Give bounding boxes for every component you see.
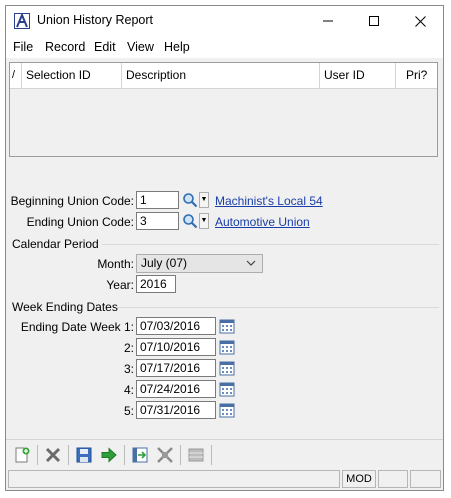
- ending-union-dropdown-icon[interactable]: ▼: [199, 213, 209, 229]
- beginning-union-search-icon[interactable]: [182, 192, 198, 208]
- menu-file[interactable]: File: [13, 40, 33, 54]
- expand-icon[interactable]: [155, 445, 175, 465]
- week-1-date-input[interactable]: 07/03/2016: [136, 317, 216, 335]
- week-5-calendar-icon[interactable]: [219, 402, 235, 418]
- export-icon[interactable]: [130, 445, 150, 465]
- month-select-value: July (07): [141, 256, 188, 270]
- app-logo-icon: [14, 13, 30, 29]
- column-header-selection-id[interactable]: Selection ID: [22, 63, 122, 88]
- menu-help[interactable]: Help: [164, 40, 190, 54]
- beginning-union-input[interactable]: 1: [136, 191, 179, 209]
- week-ending-divider: [116, 307, 439, 308]
- week-5-label: 5:: [123, 404, 134, 418]
- chevron-down-icon: [246, 255, 256, 278]
- ending-union-link[interactable]: Automotive Union: [215, 215, 310, 229]
- ending-union-label: Ending Union Code:: [26, 215, 134, 229]
- ending-union-search-icon[interactable]: [182, 213, 198, 229]
- week-2-label: 2:: [123, 341, 134, 355]
- grid-header: / Selection ID Description User ID Pri?: [10, 63, 437, 89]
- week-5-date-input[interactable]: 07/31/2016: [136, 401, 216, 419]
- week-4-calendar-icon[interactable]: [219, 381, 235, 397]
- status-cell: [378, 470, 408, 488]
- report-window: Union History Report File Record Edit Vi…: [5, 5, 444, 491]
- toolbar-separator: [37, 445, 38, 465]
- column-header-pri[interactable]: Pri?: [396, 63, 437, 88]
- month-select[interactable]: July (07): [136, 254, 263, 273]
- status-mode-cell: MOD: [342, 470, 376, 488]
- beginning-union-label: Beginning Union Code:: [10, 194, 134, 208]
- toolbar-separator: [180, 445, 181, 465]
- week-4-label: 4:: [123, 383, 134, 397]
- toolbar-separator: [124, 445, 125, 465]
- menu-edit[interactable]: Edit: [94, 40, 116, 54]
- toolbar-separator: [68, 445, 69, 465]
- week-2-date-input[interactable]: 07/10/2016: [136, 338, 216, 356]
- menu-record[interactable]: Record: [45, 40, 85, 54]
- calendar-period-divider: [102, 244, 439, 245]
- week-1-label: Ending Date Week 1:: [20, 320, 134, 334]
- status-message-cell: [8, 470, 340, 488]
- status-bar: MOD: [6, 468, 443, 490]
- menu-bar: File Record Edit View Help: [6, 36, 443, 58]
- column-header-description[interactable]: Description: [122, 63, 320, 88]
- ending-union-input[interactable]: 3: [136, 212, 179, 230]
- week-1-calendar-icon[interactable]: [219, 318, 235, 334]
- column-header-marker[interactable]: /: [10, 63, 22, 88]
- beginning-union-link[interactable]: Machinist's Local 54: [215, 194, 323, 208]
- run-arrow-icon[interactable]: [99, 445, 119, 465]
- year-input[interactable]: 2016: [136, 275, 176, 293]
- beginning-union-dropdown-icon[interactable]: ▼: [199, 192, 209, 208]
- title-bar: Union History Report: [6, 6, 443, 36]
- new-record-icon[interactable]: [12, 445, 32, 465]
- close-button[interactable]: [397, 6, 443, 36]
- maximize-button[interactable]: [351, 6, 397, 36]
- week-3-label: 3:: [123, 362, 134, 376]
- column-header-user-id[interactable]: User ID: [320, 63, 396, 88]
- minimize-button[interactable]: [305, 6, 351, 36]
- window-title: Union History Report: [37, 13, 154, 27]
- grid-icon[interactable]: [186, 445, 206, 465]
- bottom-toolbar: [6, 439, 443, 468]
- delete-icon[interactable]: [43, 445, 63, 465]
- year-label: Year:: [106, 278, 134, 292]
- week-4-date-input[interactable]: 07/24/2016: [136, 380, 216, 398]
- week-3-calendar-icon[interactable]: [219, 360, 235, 376]
- month-label: Month:: [97, 257, 134, 271]
- status-cell: [410, 470, 441, 488]
- save-icon[interactable]: [74, 445, 94, 465]
- week-2-calendar-icon[interactable]: [219, 339, 235, 355]
- calendar-period-title: Calendar Period: [12, 237, 99, 251]
- selection-grid[interactable]: / Selection ID Description User ID Pri?: [9, 62, 438, 157]
- menu-view[interactable]: View: [127, 40, 154, 54]
- week-ending-title: Week Ending Dates: [12, 300, 118, 314]
- week-3-date-input[interactable]: 07/17/2016: [136, 359, 216, 377]
- toolbar-separator: [211, 445, 212, 465]
